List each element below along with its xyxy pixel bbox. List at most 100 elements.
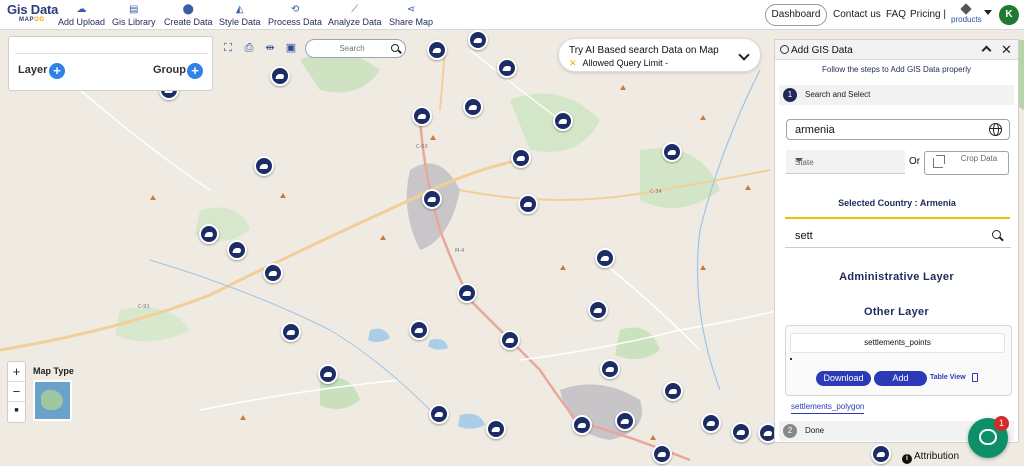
settlement-marker[interactable] <box>468 30 488 50</box>
settlement-marker[interactable] <box>663 381 683 401</box>
settlement-marker[interactable] <box>701 413 721 433</box>
settlement-marker[interactable] <box>595 248 615 268</box>
svg-text:M-4: M-4 <box>455 248 464 254</box>
cloud-upload-icon: ☁ <box>76 4 87 15</box>
close-icon[interactable]: ✕ <box>569 58 577 68</box>
settlement-marker[interactable] <box>409 320 429 340</box>
layer-link[interactable]: settlements_polygon <box>791 402 865 414</box>
nav-analyze-data[interactable]: ⟋ Analyze Data <box>328 4 382 27</box>
settlement-marker[interactable] <box>412 106 432 126</box>
settlement-marker[interactable] <box>281 322 301 342</box>
settlement-marker[interactable] <box>486 419 506 439</box>
map-search-input[interactable] <box>316 42 388 55</box>
step-label: Done <box>805 426 825 435</box>
settlement-marker[interactable] <box>615 411 635 431</box>
state-select[interactable]: State <box>786 150 905 174</box>
layer-card: settlements_points Download Add Table Vi… <box>785 325 1012 396</box>
settlement-marker[interactable] <box>511 148 531 168</box>
products-menu[interactable]: products <box>951 3 982 24</box>
avatar[interactable]: K <box>999 5 1019 25</box>
search-icon[interactable] <box>391 44 399 52</box>
share-icon: ⋖ <box>406 4 416 15</box>
layer-name[interactable]: settlements_points <box>790 333 1005 353</box>
contact-link[interactable]: Contact us <box>833 9 881 20</box>
logo[interactable]: Gis Data MAPOG <box>7 3 58 23</box>
layer-filter-input[interactable] <box>795 229 955 243</box>
crop-label: Crop Data <box>960 154 998 163</box>
crop-data-button[interactable]: Crop Data <box>924 151 1009 175</box>
zoom-in-button[interactable]: + <box>8 362 25 382</box>
settlement-marker[interactable] <box>497 58 517 78</box>
reset-view-button[interactable]: ■ <box>8 402 25 422</box>
close-icon[interactable]: ✕ <box>1001 42 1012 57</box>
settlement-marker[interactable] <box>518 194 538 214</box>
layer-filter-field[interactable] <box>785 224 1011 248</box>
table-view-icon[interactable] <box>972 373 978 382</box>
nav-gis-library[interactable]: ▤ Gis Library <box>112 4 156 27</box>
attribution[interactable]: i Attribution <box>902 451 959 466</box>
settlement-marker[interactable] <box>500 330 520 350</box>
settlement-marker[interactable] <box>318 364 338 384</box>
country-input[interactable] <box>795 123 975 137</box>
zoom-out-button[interactable]: − <box>8 382 25 402</box>
table-view-link[interactable]: Table View <box>930 374 966 381</box>
settlement-marker[interactable] <box>227 240 247 260</box>
settlement-marker[interactable] <box>588 300 608 320</box>
chevron-down-icon[interactable] <box>984 10 992 15</box>
settlement-marker[interactable] <box>422 189 442 209</box>
search-icon[interactable] <box>992 230 1001 239</box>
settlement-marker[interactable] <box>463 97 483 117</box>
settlement-marker[interactable] <box>662 142 682 162</box>
settlement-marker[interactable] <box>457 283 477 303</box>
info-icon: i <box>902 454 912 464</box>
layer-group-panel: Layer + Group + <box>8 36 213 91</box>
map-search-box[interactable] <box>305 39 406 58</box>
country-search-field[interactable] <box>786 119 1010 140</box>
other-layer-heading[interactable]: Other Layer <box>775 306 1018 318</box>
add-button[interactable]: Add <box>874 371 927 386</box>
settlement-marker[interactable] <box>553 111 573 131</box>
or-label: Or <box>909 156 921 167</box>
map-type-label: Map Type <box>33 366 74 376</box>
top-navbar: Gis Data MAPOG ☁ Add Upload ▤ Gis Librar… <box>0 0 1024 30</box>
fullscreen-icon[interactable]: ⛶ <box>221 41 235 55</box>
nav-process-data[interactable]: ⟲ Process Data <box>268 4 322 27</box>
analyze-icon: ⟋ <box>351 4 359 15</box>
settlement-marker[interactable] <box>572 415 592 435</box>
measure-icon[interactable]: ⇹ <box>263 41 277 55</box>
nav-style-data[interactable]: ◭ Style Data <box>219 4 261 27</box>
settlement-marker[interactable] <box>600 359 620 379</box>
add-layer-button[interactable]: + <box>49 63 65 79</box>
library-icon: ▤ <box>129 4 139 15</box>
nav-add-upload[interactable]: ☁ Add Upload <box>58 4 105 27</box>
download-button[interactable]: Download <box>816 371 871 386</box>
globe-icon[interactable] <box>989 123 1002 136</box>
pricing-link[interactable]: Pricing | <box>910 9 946 20</box>
nav-create-data[interactable]: ⬤ Create Data <box>164 4 213 27</box>
dashboard-button[interactable]: Dashboard <box>765 4 827 26</box>
administrative-layer-heading[interactable]: Administrative Layer <box>775 271 1018 283</box>
settlement-marker[interactable] <box>871 444 891 464</box>
nav-share-map[interactable]: ⋖ Share Map <box>389 4 433 27</box>
svg-text:C-60: C-60 <box>416 144 428 150</box>
add-group-button[interactable]: + <box>187 63 203 79</box>
step-search-and-select[interactable]: 1 Search and Select <box>779 85 1014 105</box>
step-number: 1 <box>783 88 797 102</box>
settlement-marker[interactable] <box>429 404 449 424</box>
collapse-icon[interactable] <box>981 45 992 56</box>
map-type-thumbnail[interactable] <box>33 380 72 421</box>
chevron-down-icon[interactable] <box>738 49 750 61</box>
ai-search-banner[interactable]: Try AI Based search Data on Map ✕ Allowed… <box>558 38 761 72</box>
settlement-marker[interactable] <box>263 263 283 283</box>
settlement-marker[interactable] <box>254 156 274 176</box>
settlement-marker[interactable] <box>270 66 290 86</box>
settlement-marker[interactable] <box>731 422 751 442</box>
faq-link[interactable]: FAQ <box>886 9 906 20</box>
settlement-marker[interactable] <box>199 224 219 244</box>
settlement-marker[interactable] <box>427 40 447 60</box>
settlement-marker[interactable] <box>652 444 672 464</box>
svg-text:C-91: C-91 <box>138 304 150 310</box>
print-icon[interactable]: ⎙ <box>242 41 256 55</box>
cube-icon <box>960 3 973 15</box>
comment-icon[interactable]: ▣ <box>284 41 298 55</box>
